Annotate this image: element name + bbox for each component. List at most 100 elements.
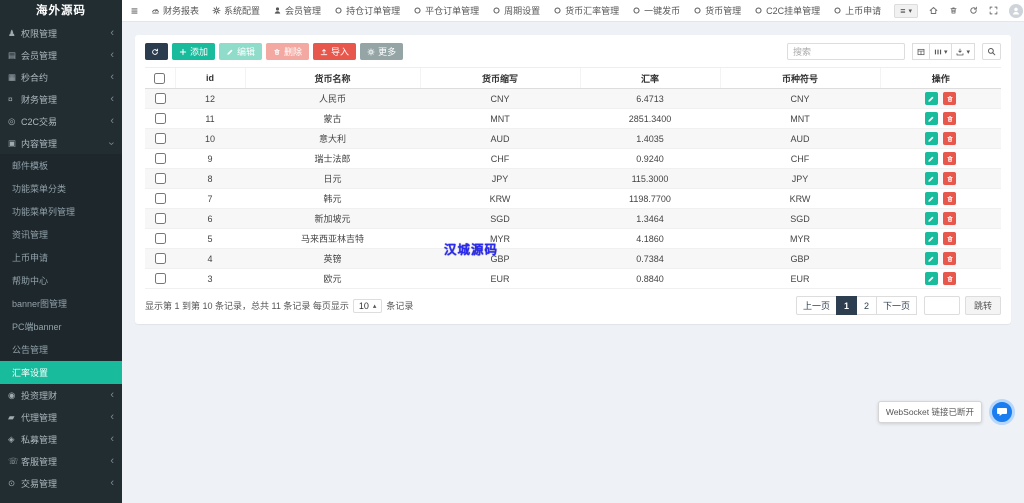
delete-row-button[interactable] — [943, 252, 957, 265]
row-checkbox[interactable] — [154, 153, 166, 165]
sidebar-item[interactable]: ⊙ 交易管理 ‹ — [0, 472, 122, 494]
row-checkbox[interactable] — [154, 93, 166, 105]
sidebar-item[interactable]: 资讯管理 — [0, 223, 122, 246]
toolbar-button[interactable]: 添加 — [172, 43, 216, 60]
sidebar-item[interactable]: ☏ 客服管理 ‹ — [0, 450, 122, 472]
sidebar-item[interactable]: 汇率设置 — [0, 361, 122, 384]
topnav-item[interactable]: 货币管理 — [693, 4, 741, 17]
sidebar-item[interactable]: 邮件模板 — [0, 154, 122, 177]
page-button[interactable]: 下一页 — [875, 296, 917, 315]
search-input[interactable] — [786, 43, 905, 60]
table-row[interactable]: 8 日元 JPY 115.3000 JPY — [145, 168, 1001, 189]
sidebar-item[interactable]: ▦ 秒合约 ‹ — [0, 66, 122, 88]
sidebar-item[interactable]: ◈ 私募管理 ‹ — [0, 428, 122, 450]
sidebar-item[interactable]: 功能菜单分类 — [0, 177, 122, 200]
delete-row-button[interactable] — [943, 192, 957, 205]
edit-row-button[interactable] — [924, 132, 938, 145]
view-button[interactable]: ▾ — [928, 43, 953, 60]
sidebar-item[interactable]: ◉ 投资理财 ‹ — [0, 384, 122, 406]
topnav-item[interactable]: C2C挂单管理 — [754, 4, 820, 17]
topnav-item[interactable]: 财务报表 — [151, 4, 199, 17]
delete-row-button[interactable] — [943, 92, 957, 105]
view-button[interactable] — [911, 43, 930, 60]
table-row[interactable]: 9 瑞士法郎 CHF 0.9240 CHF — [145, 148, 1001, 169]
row-checkbox[interactable] — [154, 213, 166, 225]
circle-icon — [492, 6, 501, 15]
table-row[interactable]: 5 马来西亚林吉特 MYR 4.1860 MYR — [145, 228, 1001, 249]
toolbar-button[interactable]: 导入 — [313, 43, 357, 60]
row-checkbox[interactable] — [154, 253, 166, 265]
toolbar-button[interactable] — [145, 43, 168, 60]
delete-row-button[interactable] — [943, 172, 957, 185]
toolbar-button[interactable]: 更多 — [360, 43, 404, 60]
refresh-icon[interactable] — [969, 6, 978, 15]
jump-button[interactable]: 跳转 — [964, 296, 1001, 315]
row-checkbox[interactable] — [154, 193, 166, 205]
delete-row-button[interactable] — [943, 212, 957, 225]
table-row[interactable]: 12 人民币 CNY 6.4713 CNY — [145, 88, 1001, 109]
topnav-item[interactable]: 会员管理 — [273, 4, 321, 17]
edit-row-button[interactable] — [924, 272, 938, 285]
sidebar-item[interactable]: ◎ C2C交易 ‹ — [0, 110, 122, 132]
sidebar-item[interactable]: 帮助中心 — [0, 269, 122, 292]
edit-row-button[interactable] — [924, 92, 938, 105]
topnav-item[interactable]: 一键发币 — [632, 4, 680, 17]
edit-row-button[interactable] — [924, 252, 938, 265]
topnav-item[interactable]: 周期设置 — [492, 4, 540, 17]
sidebar-item[interactable]: ▤ 会员管理 ‹ — [0, 44, 122, 66]
page-button[interactable]: 1 — [835, 296, 857, 315]
delete-row-button[interactable] — [943, 232, 957, 245]
row-checkbox[interactable] — [154, 233, 166, 245]
sidebar-item[interactable]: banner图管理 — [0, 292, 122, 315]
table-row[interactable]: 10 意大利 AUD 1.4035 AUD — [145, 128, 1001, 149]
sidebar-item[interactable]: 公告管理 — [0, 338, 122, 361]
topnav-item[interactable]: 上币申请 — [833, 4, 881, 17]
sidebar-item[interactable]: ▣ 内容管理 ‹ — [0, 132, 122, 154]
table-row[interactable]: 11 蒙古 MNT 2851.3400 MNT — [145, 108, 1001, 129]
row-checkbox[interactable] — [154, 273, 166, 285]
topnav-item[interactable]: 持仓订单管理 — [334, 4, 400, 17]
table-row[interactable]: 7 韩元 KRW 1198.7700 KRW — [145, 188, 1001, 209]
search-button[interactable] — [982, 43, 1001, 60]
avatar[interactable] — [1008, 3, 1023, 18]
edit-row-button[interactable] — [924, 212, 938, 225]
row-checkbox[interactable] — [154, 173, 166, 185]
sidebar-item[interactable]: ▰ 代理管理 ‹ — [0, 406, 122, 428]
sidebar-item[interactable]: 上币申请 — [0, 246, 122, 269]
clear-cache-icon[interactable] — [949, 6, 958, 15]
toolbar-button[interactable]: 编辑 — [219, 43, 263, 60]
page-button[interactable]: 上一页 — [795, 296, 837, 315]
edit-row-button[interactable] — [924, 172, 938, 185]
sidebar-item[interactable]: ¤ 财务管理 ‹ — [0, 88, 122, 110]
toolbar-button[interactable]: 删除 — [266, 43, 310, 60]
page-button[interactable]: 2 — [855, 296, 877, 315]
jump-page-input[interactable] — [923, 296, 960, 315]
sidebar-item[interactable]: 功能菜单列管理 — [0, 200, 122, 223]
table-row[interactable]: 6 新加坡元 SGD 1.3464 SGD — [145, 208, 1001, 229]
sidebar-item[interactable]: ♟ 权限管理 ‹ — [0, 22, 122, 44]
view-button[interactable]: ▾ — [951, 43, 975, 60]
table-row[interactable]: 3 欧元 EUR 0.8840 EUR — [145, 268, 1001, 289]
delete-row-button[interactable] — [943, 112, 957, 125]
fullscreen-icon[interactable] — [989, 6, 998, 15]
delete-row-button[interactable] — [943, 152, 957, 165]
home-icon[interactable] — [929, 6, 938, 15]
topnav-item[interactable]: 平仓订单管理 — [413, 4, 479, 17]
row-checkbox[interactable] — [154, 133, 166, 145]
chat-button[interactable] — [989, 399, 1015, 425]
delete-row-button[interactable] — [943, 132, 957, 145]
topnav-item[interactable]: 系统配置 — [212, 4, 260, 17]
edit-row-button[interactable] — [924, 232, 938, 245]
sidebar-item[interactable]: PC端banner — [0, 315, 122, 338]
edit-row-button[interactable] — [924, 192, 938, 205]
hamburger-icon[interactable]: ≡ — [131, 5, 138, 17]
edit-row-button[interactable] — [924, 152, 938, 165]
select-all-checkbox[interactable] — [154, 72, 166, 84]
menu-dropdown-button[interactable]: ≡ ▾ — [894, 3, 918, 18]
topnav-item[interactable]: 货币汇率管理 — [553, 4, 619, 17]
row-checkbox[interactable] — [154, 113, 166, 125]
page-size-dropdown[interactable]: 10 ▴ — [352, 298, 383, 313]
edit-row-button[interactable] — [924, 112, 938, 125]
delete-row-button[interactable] — [943, 272, 957, 285]
table-row[interactable]: 4 英镑 GBP 0.7384 GBP — [145, 248, 1001, 269]
